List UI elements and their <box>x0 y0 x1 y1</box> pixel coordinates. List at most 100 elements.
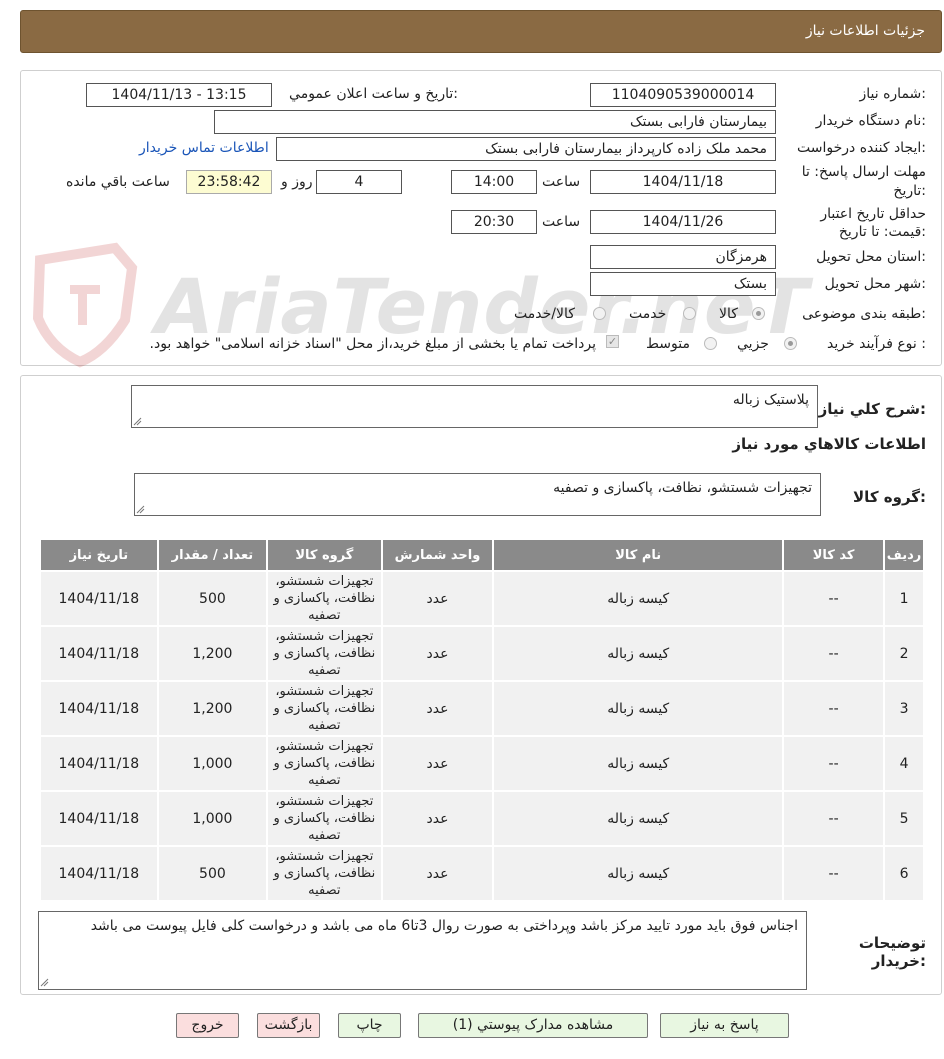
table-header-row: ردیف کد کالا نام کالا واحد شمارش گروه کا… <box>39 538 925 572</box>
cell-goods-group: تجهیزات شستشو، نظافت، پاکسازی و تصفیه <box>266 625 383 682</box>
requester-label: ایجاد کننده درخواست: <box>797 140 926 156</box>
view-attachments-button[interactable]: مشاهده مدارک پیوستي (1) <box>418 1013 648 1038</box>
cell-row-number: 5 <box>883 790 925 847</box>
page-title: جزئیات اطلاعات نیاز <box>805 23 925 39</box>
cell-item-name: کیسه زباله <box>492 680 785 737</box>
remaining-label: ساعت باقي مانده <box>66 174 170 190</box>
validity-label-line2: قیمت: تا تاریخ: <box>838 224 926 240</box>
category-radio-goods[interactable] <box>752 307 765 320</box>
resize-grip-icon[interactable] <box>133 417 142 426</box>
validity-date-field: 1404/11/26 <box>590 210 776 234</box>
process-radio-medium[interactable] <box>704 337 717 350</box>
table-row: 6 -- کیسه زباله عدد تجهیزات شستشو، نظافت، پا… <box>39 845 925 902</box>
category-option-service: خدمت <box>629 306 667 322</box>
city-field: بستک <box>590 272 776 296</box>
category-option-goods-service: کالا/خدمت <box>514 306 575 322</box>
cell-quantity: 1,000 <box>156 735 269 792</box>
requester-field: محمد ملک زاده کارپرداز بیمارستان فارابی … <box>276 137 776 161</box>
validity-label-line1: حداقل تاریخ اعتبار <box>820 206 926 222</box>
cell-item-name: کیسه زباله <box>492 625 785 682</box>
treasury-payment-checkbox[interactable]: ✓ <box>606 335 619 348</box>
goods-group-label: گروه کالا: <box>853 488 926 506</box>
province-field: هرمزگان <box>590 245 776 269</box>
need-number-label: شماره نیاز: <box>859 86 926 102</box>
category-radio-goods-service[interactable] <box>593 307 606 320</box>
cell-item-name: کیسه زباله <box>492 735 785 792</box>
treasury-payment-note: پرداخت تمام یا بخشی از مبلغ خرید،از محل … <box>149 336 596 352</box>
cell-goods-group: تجهیزات شستشو، نظافت، پاکسازی و تصفیه <box>266 570 383 627</box>
table-row: 3 -- کیسه زباله عدد تجهیزات شستشو، نظافت، پا… <box>39 680 925 737</box>
cell-unit: عدد <box>380 625 495 682</box>
cell-quantity: 1,000 <box>156 790 269 847</box>
cell-unit: عدد <box>380 735 495 792</box>
cell-item-code: -- <box>782 625 886 682</box>
col-need-date: تاریخ نیاز <box>39 538 159 572</box>
buyer-notes-textarea[interactable]: اجناس فوق باید مورد تایید مرکز باشد وپرد… <box>38 911 807 990</box>
cell-goods-group: تجهیزات شستشو، نظافت، پاکسازی و تصفیه <box>266 845 383 902</box>
process-label: نوع فرآیند خرید : <box>827 336 926 352</box>
table-row: 4 -- کیسه زباله عدد تجهیزات شستشو، نظافت، پا… <box>39 735 925 792</box>
cell-goods-group: تجهیزات شستشو، نظافت، پاکسازی و تصفیه <box>266 790 383 847</box>
cell-item-name: کیسه زباله <box>492 790 785 847</box>
cell-row-number: 3 <box>883 680 925 737</box>
days-label: روز و <box>281 174 313 190</box>
col-quantity: تعداد / مقدار <box>156 538 269 572</box>
cell-row-number: 6 <box>883 845 925 902</box>
process-radio-minor[interactable] <box>784 337 797 350</box>
deadline-label-line2: تاریخ: <box>893 183 926 199</box>
page-header: جزئیات اطلاعات نیاز <box>20 10 942 53</box>
cell-unit: عدد <box>380 570 495 627</box>
cell-row-number: 1 <box>883 570 925 627</box>
print-button[interactable]: چاپ <box>338 1013 401 1038</box>
goods-table-body: 1 -- کیسه زباله عدد تجهیزات شستشو، نظافت، پا… <box>39 570 925 902</box>
deadline-time-label: ساعت <box>542 174 581 190</box>
need-number-field: 1104090539000014 <box>590 83 776 107</box>
cell-need-date: 1404/11/18 <box>39 570 159 627</box>
col-unit: واحد شمارش <box>380 538 495 572</box>
goods-info-title: اطلاعات کالاهاي مورد نیاز <box>732 435 926 453</box>
cell-item-code: -- <box>782 845 886 902</box>
cell-item-name: کیسه زباله <box>492 845 785 902</box>
buyer-contact-link[interactable]: اطلاعات تماس خریدار <box>139 140 269 156</box>
col-item-name: نام کالا <box>492 538 785 572</box>
validity-time-label: ساعت <box>542 214 581 230</box>
cell-item-name: کیسه زباله <box>492 570 785 627</box>
cell-row-number: 2 <box>883 625 925 682</box>
days-field: 4 <box>316 170 402 194</box>
summary-label: شرح کلي نیاز: <box>818 400 926 418</box>
province-label: استان محل تحویل: <box>816 249 926 265</box>
process-option-medium: متوسط <box>646 336 690 352</box>
col-item-code: کد کالا <box>782 538 886 572</box>
summary-textarea[interactable]: پلاستیک زباله <box>131 385 818 428</box>
cell-unit: عدد <box>380 680 495 737</box>
process-option-minor: جزیي <box>737 336 769 352</box>
goods-group-textarea[interactable]: تجهیزات شستشو، نظافت، پاکسازی و تصفیه <box>134 473 821 516</box>
announce-label: تاریخ و ساعت اعلان عمومي: <box>289 86 458 102</box>
col-row-number: ردیف <box>883 538 925 572</box>
cell-unit: عدد <box>380 790 495 847</box>
table-row: 2 -- کیسه زباله عدد تجهیزات شستشو، نظافت، پا… <box>39 625 925 682</box>
announce-field: 1404/11/13 - 13:15 <box>86 83 272 107</box>
category-radio-service[interactable] <box>683 307 696 320</box>
cell-need-date: 1404/11/18 <box>39 680 159 737</box>
category-option-goods: کالا <box>719 306 738 322</box>
cell-need-date: 1404/11/18 <box>39 790 159 847</box>
buyer-notes-label-line1: توضیحات <box>858 934 926 952</box>
back-button[interactable]: بازگشت <box>257 1013 320 1038</box>
reply-to-need-button[interactable]: پاسخ به نیاز <box>660 1013 789 1038</box>
cell-row-number: 4 <box>883 735 925 792</box>
validity-time-field: 20:30 <box>451 210 537 234</box>
cell-unit: عدد <box>380 845 495 902</box>
table-row: 1 -- کیسه زباله عدد تجهیزات شستشو، نظافت، پا… <box>39 570 925 627</box>
category-label: طبقه بندی موضوعی: <box>802 306 926 322</box>
exit-button[interactable]: خروج <box>176 1013 239 1038</box>
resize-grip-icon[interactable] <box>136 505 145 514</box>
resize-grip-icon[interactable] <box>40 978 49 987</box>
buyer-org-field: بیمارستان فارابی بستک <box>214 110 776 134</box>
cell-item-code: -- <box>782 680 886 737</box>
col-goods-group: گروه کالا <box>266 538 383 572</box>
cell-quantity: 500 <box>156 570 269 627</box>
deadline-date-field: 1404/11/18 <box>590 170 776 194</box>
cell-item-code: -- <box>782 790 886 847</box>
buyer-notes-label-line2: خریدار: <box>871 952 926 970</box>
